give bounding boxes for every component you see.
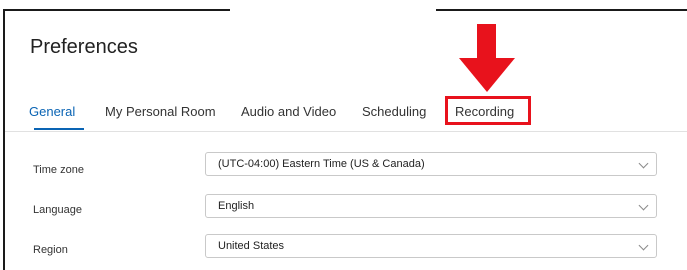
- tab-general[interactable]: General: [29, 104, 75, 119]
- recording-highlight-box: [445, 96, 531, 125]
- chevron-down-icon: [638, 158, 649, 169]
- arrow-down-icon-shaft: [477, 24, 496, 62]
- tab-bar: General My Personal Room Audio and Video…: [5, 95, 687, 132]
- region-value: United States: [218, 240, 285, 252]
- frame-gap: [230, 6, 436, 14]
- region-select[interactable]: United States: [205, 234, 657, 258]
- page-title: Preferences: [30, 36, 138, 58]
- language-label: Language: [33, 204, 82, 216]
- tab-audio-and-video[interactable]: Audio and Video: [241, 104, 336, 119]
- tab-my-personal-room[interactable]: My Personal Room: [105, 104, 216, 119]
- tab-scheduling[interactable]: Scheduling: [362, 104, 426, 119]
- time-zone-label: Time zone: [33, 164, 84, 176]
- arrow-down-icon: [459, 58, 515, 92]
- language-value: English: [218, 200, 255, 212]
- language-select[interactable]: English: [205, 194, 657, 218]
- chevron-down-icon: [638, 200, 649, 211]
- time-zone-select[interactable]: (UTC-04:00) Eastern Time (US & Canada): [205, 152, 657, 176]
- region-label: Region: [33, 244, 68, 256]
- active-tab-indicator: [34, 128, 84, 130]
- time-zone-value: (UTC-04:00) Eastern Time (US & Canada): [218, 158, 425, 170]
- chevron-down-icon: [638, 240, 649, 251]
